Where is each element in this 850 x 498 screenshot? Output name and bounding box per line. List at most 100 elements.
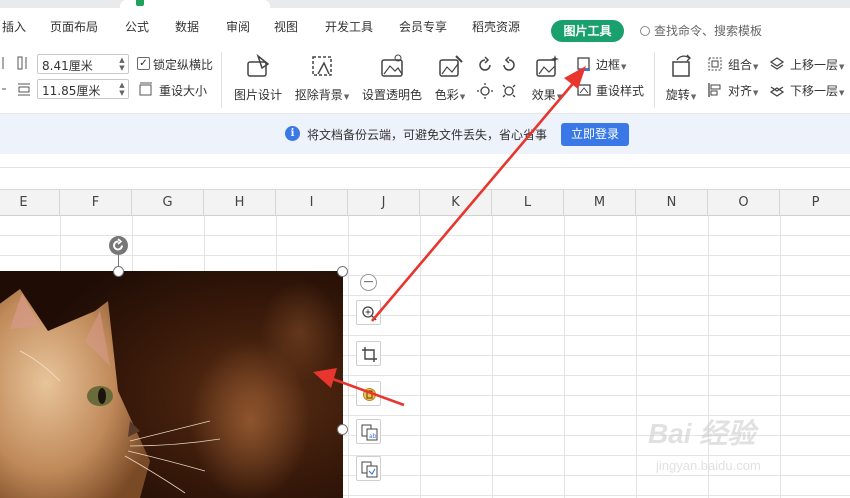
dropdown-caret-icon: ▼ xyxy=(343,93,350,101)
resize-handle-right[interactable] xyxy=(337,424,348,435)
width-icon xyxy=(2,57,4,69)
color-button[interactable]: 色彩▼ xyxy=(431,54,469,103)
menu-review[interactable]: 审阅 xyxy=(226,18,250,36)
reset-size-button[interactable]: 重设大小 xyxy=(159,82,207,99)
resize-handle-top-right[interactable] xyxy=(337,266,348,277)
rotate-button[interactable]: 旋转▼ xyxy=(661,54,701,103)
dropdown-caret-icon: ▼ xyxy=(621,63,627,71)
watermark-url: jingyan.baidu.com xyxy=(656,458,761,473)
formula-bar[interactable] xyxy=(0,154,850,168)
menu-bar: 插入 页面布局 公式 数据 审阅 视图 开发工具 会员专享 稻壳资源 图片工具 … xyxy=(0,8,850,46)
column-header[interactable]: G xyxy=(132,190,204,216)
column-header[interactable]: E xyxy=(0,190,60,216)
transparent-color-icon xyxy=(381,54,403,77)
menu-data[interactable]: 数据 xyxy=(175,18,199,36)
border-icon xyxy=(577,57,590,71)
picture-convert-button[interactable]: ab xyxy=(356,419,381,444)
column-header[interactable]: I xyxy=(276,190,348,216)
picture-design-label: 图片设计 xyxy=(233,88,282,102)
command-search[interactable]: 查找命令、搜索模板 xyxy=(640,22,762,40)
lock-ratio-checkbox[interactable]: ✓ xyxy=(137,57,150,70)
search-icon xyxy=(640,26,650,36)
bring-forward-label: 上移一层 xyxy=(790,58,839,72)
bring-forward-icon xyxy=(769,57,785,70)
menu-insert[interactable]: 插入 xyxy=(2,18,26,36)
align-button[interactable]: 对齐▼ xyxy=(728,82,758,99)
menu-docer[interactable]: 稻壳资源 xyxy=(472,18,520,36)
menu-formulas[interactable]: 公式 xyxy=(125,18,149,36)
set-transparent-color-button[interactable]: 设置透明色 xyxy=(360,54,424,103)
brightness-increase-icon[interactable] xyxy=(476,82,494,100)
color-label: 色彩 xyxy=(434,88,459,102)
send-backward-icon xyxy=(769,86,785,97)
column-header-row: E F G H I J K L M N O P xyxy=(0,190,850,216)
baidu-jingyan-watermark: Bai 经验 jingyan.baidu.com xyxy=(648,402,838,492)
crop-icon xyxy=(362,347,377,362)
inserted-picture[interactable] xyxy=(0,271,343,498)
kitten-image xyxy=(0,271,343,498)
crop-picture-button[interactable] xyxy=(356,341,381,366)
notice-message: 将文档备份云端，可避免文件丢失，省心省事 xyxy=(307,128,548,142)
rotate-icon xyxy=(672,54,691,77)
group-icon xyxy=(708,57,722,71)
reset-size-icon xyxy=(139,82,152,96)
sheet-toolbar-gap xyxy=(0,168,850,190)
tab-picture-tools[interactable]: 图片工具 xyxy=(551,20,624,42)
column-header[interactable]: M xyxy=(564,190,636,216)
menu-page-layout[interactable]: 页面布局 xyxy=(50,18,98,36)
menu-member[interactable]: 会员专享 xyxy=(399,18,447,36)
column-header[interactable]: O xyxy=(708,190,780,216)
group-label: 组合 xyxy=(728,58,753,72)
dropdown-caret-icon: ▼ xyxy=(753,89,759,97)
column-header[interactable]: K xyxy=(420,190,492,216)
rotation-handle[interactable] xyxy=(109,236,128,255)
dropdown-caret-icon: ▼ xyxy=(839,89,845,97)
picture-compress-button[interactable] xyxy=(356,456,381,481)
column-header[interactable]: F xyxy=(60,190,132,216)
picture-design-button[interactable]: 图片设计 xyxy=(232,54,284,103)
align-label: 对齐 xyxy=(728,84,753,98)
picture-compress-icon xyxy=(361,461,378,478)
column-header[interactable]: H xyxy=(204,190,276,216)
effect-button[interactable]: 效果▼ xyxy=(527,54,567,103)
column-header[interactable]: L xyxy=(492,190,564,216)
color-icon xyxy=(439,55,463,77)
menu-developer[interactable]: 开发工具 xyxy=(325,18,373,36)
rotate-right-icon[interactable] xyxy=(500,56,518,74)
picture-to-text-button[interactable] xyxy=(356,381,381,406)
login-button[interactable]: 立即登录 xyxy=(561,123,629,146)
column-header[interactable]: P xyxy=(780,190,850,216)
height-spinner[interactable]: 11.85厘米 ▲ ▼ xyxy=(37,79,129,99)
watermark-main: Bai 经验 xyxy=(648,418,756,449)
send-backward-button[interactable]: 下移一层▼ xyxy=(790,82,844,99)
border-label: 边框 xyxy=(596,58,621,72)
resize-handle-top[interactable] xyxy=(113,266,124,277)
picture-convert-icon: ab xyxy=(361,424,378,441)
info-icon: i xyxy=(285,126,300,141)
group-button[interactable]: 组合▼ xyxy=(728,56,758,73)
effect-icon xyxy=(536,55,559,77)
picture-tools-ribbon: 8.41厘米 ▲ ▼ 11.85厘米 ▲ ▼ ✓ 锁定纵横比 重设大小 图片设计 抠… xyxy=(0,46,850,114)
menu-view[interactable]: 视图 xyxy=(274,18,298,36)
spinner-arrows-icon[interactable]: ▲ ▼ xyxy=(118,81,126,97)
remove-background-button[interactable]: 抠除背景▼ xyxy=(292,54,352,103)
border-button[interactable]: 边框▼ xyxy=(596,56,626,73)
title-strip xyxy=(0,0,850,8)
width-spinner[interactable]: 8.41厘米 ▲ ▼ xyxy=(37,54,129,74)
remove-background-icon xyxy=(312,56,332,76)
collapse-toolbar-button[interactable]: − xyxy=(360,274,377,291)
align-icon xyxy=(708,83,721,97)
rotate-left-icon[interactable] xyxy=(476,56,494,74)
column-header[interactable]: N xyxy=(636,190,708,216)
dropdown-caret-icon: ▼ xyxy=(459,93,466,101)
bring-forward-button[interactable]: 上移一层▼ xyxy=(790,56,844,73)
reset-style-button[interactable]: 重设样式 xyxy=(596,82,644,99)
ribbon-divider xyxy=(221,52,222,108)
column-header[interactable]: J xyxy=(348,190,420,216)
send-backward-label: 下移一层 xyxy=(790,84,839,98)
set-transparent-color-label: 设置透明色 xyxy=(361,88,422,102)
zoom-picture-button[interactable] xyxy=(356,300,381,325)
brightness-decrease-icon[interactable] xyxy=(500,82,518,100)
spinner-arrows-icon[interactable]: ▲ ▼ xyxy=(118,56,126,72)
rotate-handle-icon xyxy=(113,238,123,251)
